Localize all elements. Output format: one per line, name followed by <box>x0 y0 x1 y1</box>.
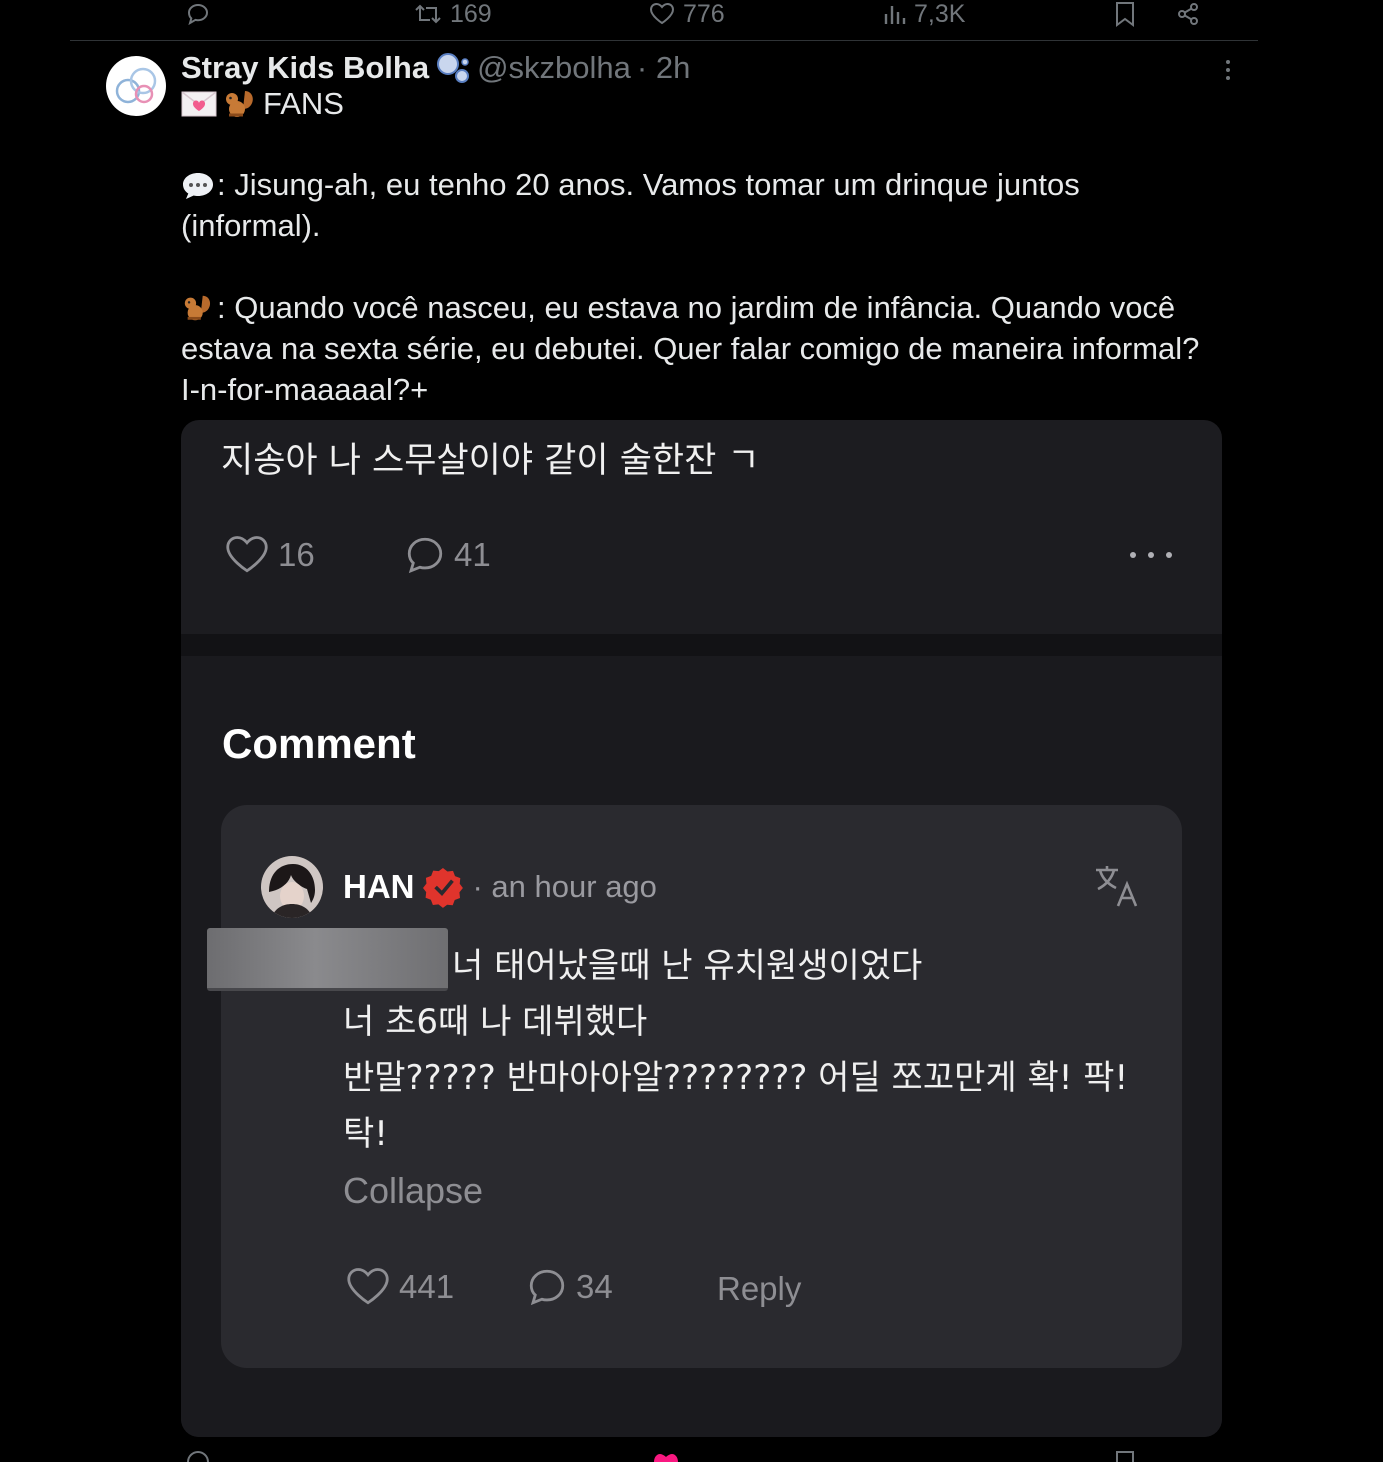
views-count: 7,3K <box>914 0 966 28</box>
embedded-post-comments: 41 <box>404 534 491 576</box>
comment-likes: 441 <box>345 1266 454 1308</box>
tag-line-text: FANS <box>263 86 344 121</box>
comment-line-3: 반말????? 반마아아알???????? 어딜 쪼꼬만게 확! 팍! <box>343 1058 1129 1098</box>
views-button[interactable]: 7,3K <box>882 0 965 28</box>
blurred-mention <box>207 928 448 991</box>
reply-icon <box>187 3 209 26</box>
comment-header: HAN · an hour ago <box>343 864 657 910</box>
bubbles-emoji <box>437 53 470 83</box>
fan-question: : Jisung-ah, eu tenho 20 anos. Vamos tom… <box>181 164 1241 246</box>
reply-button[interactable] <box>186 0 210 28</box>
han-line-1: : Quando você nasceu, eu estava no jardi… <box>217 290 1176 325</box>
squirrel-emoji <box>184 295 211 321</box>
author-name[interactable]: Stray Kids Bolha <box>181 50 429 86</box>
more-icon <box>1226 60 1230 80</box>
embedded-post-comment-count: 41 <box>454 536 491 573</box>
verified-badge-icon <box>422 867 463 908</box>
han-answer: : Quando você nasceu, eu estava no jardi… <box>181 287 1241 410</box>
comment-like-count: 441 <box>399 1268 455 1305</box>
embedded-post-text: 지송아 나 스무살이야 같이 술한잔 ㄱ <box>221 441 760 481</box>
comment-replies: 34 <box>526 1266 613 1308</box>
translate-icon <box>1096 866 1138 907</box>
more-button[interactable] <box>1222 58 1234 82</box>
bookmark-icon <box>1116 2 1134 27</box>
embedded-post-like-count: 16 <box>278 536 315 573</box>
comment-bubble-icon <box>529 1269 565 1306</box>
tweet-header: Stray Kids Bolha @skzbolha · 2h <box>181 48 690 88</box>
reply-label: Reply <box>717 1270 802 1307</box>
comment-reply-count: 34 <box>576 1268 613 1305</box>
fan-line-1: : Jisung-ah, eu tenho 20 anos. Vamos tom… <box>217 167 1080 202</box>
heart-outline-icon <box>347 1268 389 1305</box>
comment-author: HAN <box>343 868 415 905</box>
comment-time: · an hour ago <box>472 869 657 904</box>
comment-line-1: 너 태어났을때 난 유치원생이었다 <box>452 946 923 986</box>
fan-line-2: (informal). <box>181 208 321 243</box>
section-separator <box>181 634 1222 656</box>
like-count: 776 <box>683 0 725 28</box>
han-line-2: estava na sexta série, eu debutei. Quer … <box>181 331 1200 366</box>
love-letter-emoji <box>181 91 217 117</box>
comment-line-4: 탁! <box>343 1114 388 1154</box>
like-icon <box>649 2 675 25</box>
tweet-time: · 2h <box>636 50 691 85</box>
collapse-link: Collapse <box>343 1170 484 1211</box>
previous-tweet-action-bar: 169 776 7,3K <box>0 0 1383 40</box>
like-button[interactable]: 776 <box>649 0 725 28</box>
embedded-more-icon <box>1128 550 1174 560</box>
retweet-count: 169 <box>450 0 492 28</box>
bookmark-button[interactable] <box>1114 0 1136 28</box>
translate-button <box>1092 862 1140 910</box>
squirrel-emoji <box>226 91 253 117</box>
views-icon <box>884 6 906 24</box>
share-button[interactable] <box>1176 0 1200 28</box>
retweet-icon <box>415 4 441 24</box>
tweet-tag-line: FANS <box>181 86 344 122</box>
heart-outline-icon <box>226 536 268 573</box>
author-handle[interactable]: @skzbolha <box>477 50 631 86</box>
next-tweet-action-bar-peek <box>0 1448 1383 1462</box>
han-avatar <box>261 856 323 918</box>
embedded-post-likes: 16 <box>224 534 315 576</box>
comment-heading: Comment <box>222 720 416 767</box>
share-icon <box>1178 3 1198 25</box>
comment-bubble-icon <box>407 537 443 574</box>
author-avatar[interactable] <box>106 56 166 116</box>
tweet-divider <box>70 40 1258 41</box>
comment-line-2: 너 초6때 나 데뷔했다 <box>343 1002 648 1042</box>
speech-bubble-emoji <box>183 173 213 199</box>
han-line-3: I-n-for-maaaaal?+ <box>181 372 429 407</box>
retweet-button[interactable]: 169 <box>414 0 492 28</box>
